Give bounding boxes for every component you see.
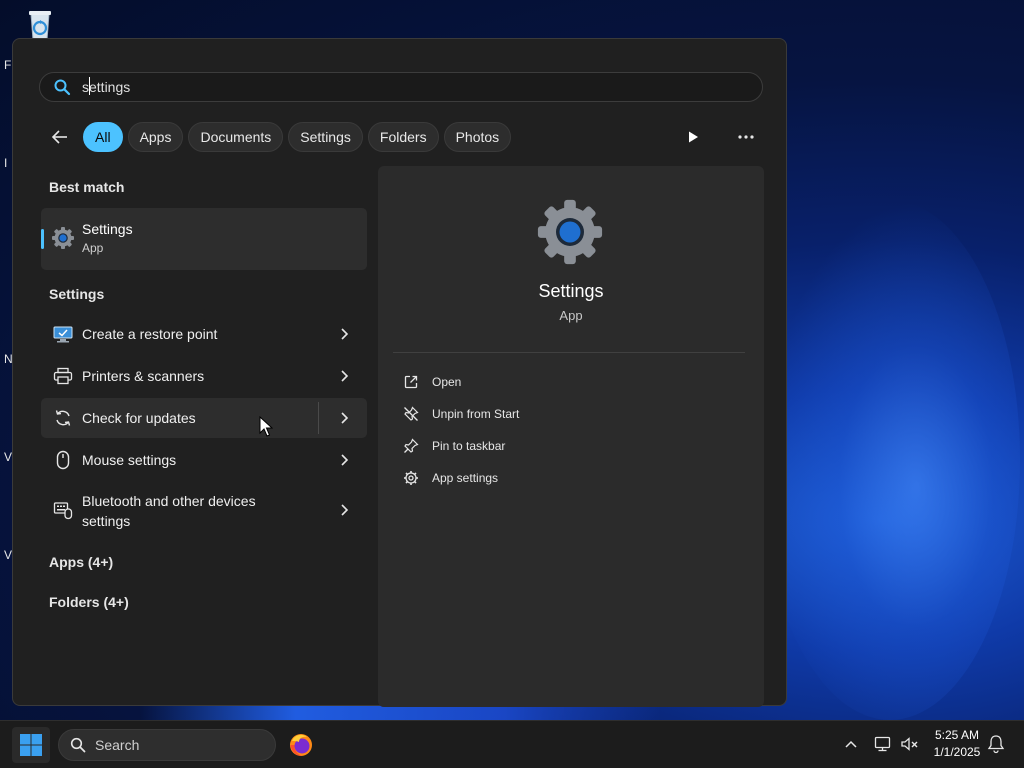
- desktop-label-fragment: V: [4, 450, 13, 464]
- tab-apps[interactable]: Apps: [127, 122, 184, 152]
- action-open[interactable]: Open: [402, 370, 461, 394]
- settings-gear-icon: [51, 226, 75, 250]
- chevron-right-icon[interactable]: [335, 409, 353, 427]
- action-unpin-from-start[interactable]: Unpin from Start: [402, 402, 519, 426]
- settings-heading: Settings: [49, 286, 105, 302]
- chevron-right-icon[interactable]: [335, 451, 353, 469]
- clock-date: 1/1/2025: [933, 745, 981, 759]
- chevron-right-icon[interactable]: [335, 501, 353, 519]
- result-mouse-settings[interactable]: Mouse settings: [41, 440, 367, 480]
- unpin-icon: [402, 405, 420, 423]
- search-input[interactable]: settings: [39, 72, 763, 102]
- chevron-right-icon[interactable]: [335, 325, 353, 343]
- action-label: Pin to taskbar: [432, 439, 506, 453]
- detail-title: Settings: [538, 281, 604, 301]
- action-label: Unpin from Start: [432, 407, 520, 421]
- search-icon: [69, 736, 87, 754]
- action-app-settings[interactable]: App settings: [402, 466, 498, 490]
- tab-all[interactable]: All: [83, 122, 123, 152]
- clock[interactable]: 5:25 AM 1/1/2025: [922, 727, 992, 761]
- result-create-restore-point[interactable]: Create a restore point: [41, 314, 367, 354]
- refresh-icon: [53, 408, 73, 428]
- firefox-icon[interactable]: [288, 732, 314, 758]
- action-label: App settings: [432, 471, 499, 485]
- filter-bar: All Apps Documents Settings Folders Phot…: [49, 121, 516, 153]
- tab-settings[interactable]: Settings: [288, 122, 363, 152]
- recycle-bin-icon[interactable]: [22, 6, 58, 42]
- printer-icon: [53, 366, 73, 386]
- result-label: Mouse settings: [82, 452, 177, 468]
- start-button[interactable]: [12, 727, 50, 763]
- detail-divider: [393, 352, 745, 353]
- selection-indicator: [41, 229, 44, 249]
- best-match-item[interactable]: Settings App: [41, 208, 367, 270]
- start-search-panel: settings All Apps Documents Settings Fol…: [12, 38, 787, 707]
- restore-point-icon: [53, 324, 73, 344]
- play-icon[interactable]: [680, 124, 706, 150]
- back-arrow-icon[interactable]: [49, 126, 71, 148]
- result-printers-scanners[interactable]: Printers & scanners: [41, 356, 367, 396]
- tab-folders[interactable]: Folders: [367, 122, 439, 152]
- taskbar-search-box[interactable]: Search: [58, 729, 276, 761]
- result-label: Bluetooth and other devices settings: [82, 493, 256, 529]
- tab-documents[interactable]: Documents: [188, 122, 284, 152]
- best-match-subtitle: App: [82, 241, 104, 255]
- split-divider: [318, 402, 319, 434]
- desktop-label-fragment: V: [4, 548, 13, 562]
- result-label: Printers & scanners: [82, 368, 205, 384]
- action-pin-to-taskbar[interactable]: Pin to taskbar: [402, 434, 505, 458]
- chevron-right-icon[interactable]: [335, 367, 353, 385]
- wallpaper-bloom: [760, 200, 1020, 720]
- volume-muted-icon[interactable]: [900, 734, 920, 754]
- detail-subtitle: App: [559, 308, 583, 323]
- tab-photos[interactable]: Photos: [443, 122, 512, 152]
- search-query: settings: [82, 77, 131, 95]
- action-label: Open: [432, 375, 462, 389]
- gear-icon: [402, 469, 420, 487]
- detail-pane: Settings App Open Unpin from Start Pin t…: [378, 166, 764, 707]
- show-hidden-icons-chevron-icon[interactable]: [842, 735, 860, 753]
- more-options-icon[interactable]: [733, 124, 759, 150]
- folders-heading[interactable]: Folders (4+): [49, 594, 129, 610]
- taskbar: Search 5:25 AM 1/1/2025: [0, 720, 1024, 768]
- taskbar-search-placeholder: Search: [95, 737, 140, 753]
- bluetooth-devices-icon: [53, 500, 73, 520]
- text-caret: [89, 77, 90, 95]
- desktop-label-fragment: I: [4, 156, 8, 170]
- best-match-title: Settings: [82, 221, 133, 237]
- windows-logo-icon: [20, 734, 42, 756]
- settings-gear-icon: [535, 197, 605, 267]
- pin-icon: [402, 437, 420, 455]
- clock-time: 5:25 AM: [934, 728, 980, 742]
- result-check-for-updates[interactable]: Check for updates: [41, 398, 367, 438]
- result-label: Check for updates: [82, 410, 196, 426]
- notification-bell-icon[interactable]: [987, 734, 1007, 754]
- result-bluetooth-devices[interactable]: Bluetooth and other devices settings: [41, 484, 367, 536]
- mouse-cursor-icon: [259, 415, 274, 438]
- network-icon[interactable]: [873, 734, 893, 754]
- desktop-label-fragment: F: [4, 58, 12, 72]
- open-external-icon: [402, 373, 420, 391]
- mouse-icon: [53, 450, 73, 470]
- search-icon: [52, 77, 72, 97]
- apps-heading[interactable]: Apps (4+): [49, 554, 113, 570]
- result-label: Create a restore point: [82, 326, 218, 342]
- best-match-heading: Best match: [49, 179, 125, 195]
